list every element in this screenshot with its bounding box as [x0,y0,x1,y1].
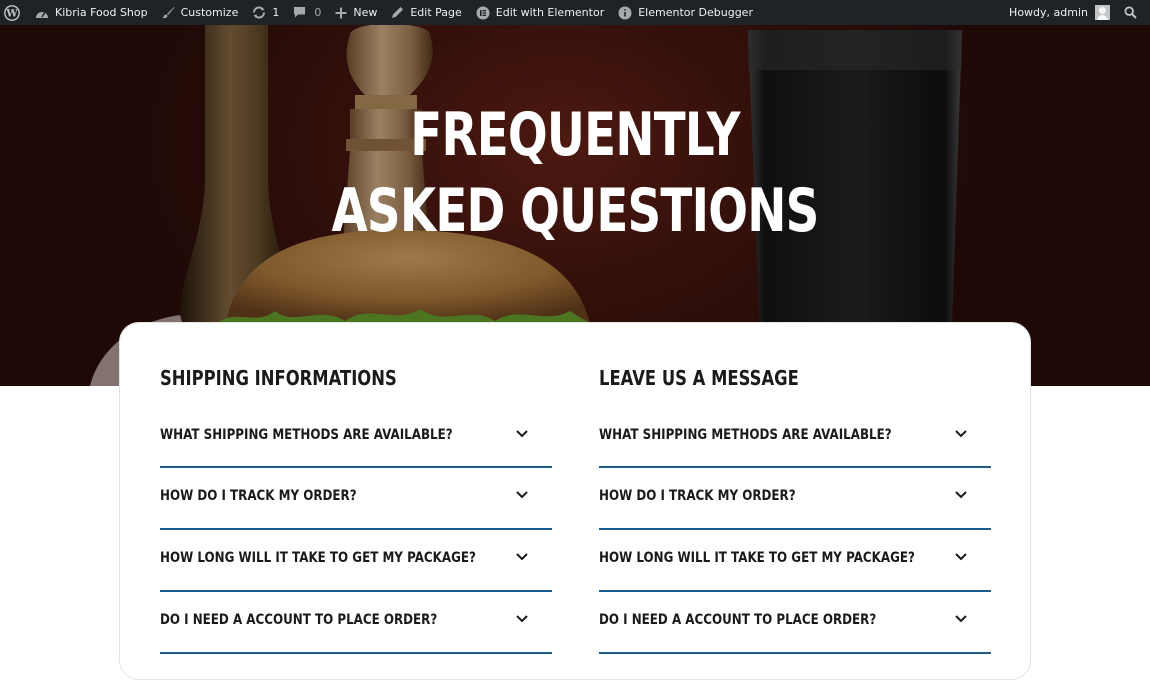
comments-count: 0 [314,6,322,19]
faq-question: DO I NEED A ACCOUNT TO PLACE ORDER? [599,612,877,628]
faq-question: WHAT SHIPPING METHODS ARE AVAILABLE? [599,427,892,443]
site-name-link[interactable]: Kibria Food Shop [28,0,155,25]
customize-label: Customize [180,6,239,19]
faq-item[interactable]: DO I NEED A ACCOUNT TO PLACE ORDER? [599,592,991,654]
faq-question: DO I NEED A ACCOUNT TO PLACE ORDER? [160,612,438,628]
elementor-icon [476,6,496,20]
avatar [1095,5,1110,20]
faq-question: HOW DO I TRACK MY ORDER? [160,488,357,504]
faq-item[interactable]: WHAT SHIPPING METHODS ARE AVAILABLE? [599,409,991,468]
site-name-label: Kibria Food Shop [55,6,148,19]
comments-link[interactable]: 0 [286,0,328,25]
chevron-down-icon [516,425,528,443]
customize-link[interactable]: Customize [155,0,246,25]
chevron-down-icon [516,548,528,566]
updates-count: 1 [272,6,280,19]
new-label: New [353,6,378,19]
edit-page-link[interactable]: Edit Page [384,0,468,25]
info-icon [618,6,638,20]
faq-accordion: WHAT SHIPPING METHODS ARE AVAILABLE? HOW… [160,409,552,654]
faq-question: WHAT SHIPPING METHODS ARE AVAILABLE? [160,427,453,443]
faq-question: HOW LONG WILL IT TAKE TO GET MY PACKAGE? [599,550,915,566]
howdy-label: Howdy, admin [1009,6,1088,19]
search-icon [1124,6,1143,19]
dashboard-icon [35,7,55,19]
faq-accordion: WHAT SHIPPING METHODS ARE AVAILABLE? HOW… [599,409,991,654]
hero-title-line1: FREQUENTLY [410,100,740,170]
chevron-down-icon [955,486,967,504]
admin-search-button[interactable] [1117,0,1150,25]
hero-title: FREQUENTLY ASKED QUESTIONS [127,97,1024,249]
edit-with-elementor-label: Edit with Elementor [495,6,605,19]
faq-column-shipping: SHIPPING INFORMATIONS WHAT SHIPPING METH… [160,363,552,654]
wordpress-menu[interactable]: W [0,0,28,25]
chevron-down-icon [955,425,967,443]
pencil-icon [391,6,410,19]
updates-icon [252,6,272,19]
faq-question: HOW DO I TRACK MY ORDER? [599,488,796,504]
wordpress-icon: W [4,4,20,21]
faq-item[interactable]: HOW LONG WILL IT TAKE TO GET MY PACKAGE? [160,530,552,592]
faq-item[interactable]: HOW DO I TRACK MY ORDER? [599,468,991,530]
chevron-down-icon [955,548,967,566]
faq-item[interactable]: HOW DO I TRACK MY ORDER? [160,468,552,530]
faq-section-title: LEAVE US A MESSAGE [599,366,799,390]
svg-text:W: W [5,8,18,19]
chevron-down-icon [516,486,528,504]
chevron-down-icon [955,610,967,628]
admin-bar: W Kibria Food Shop Customize 1 0 New Edi… [0,0,1150,25]
faq-item[interactable]: DO I NEED A ACCOUNT TO PLACE ORDER? [160,592,552,654]
my-account-menu[interactable]: Howdy, admin [1002,0,1117,25]
edit-page-label: Edit Page [410,6,462,19]
elementor-debugger-label: Elementor Debugger [638,6,753,19]
new-content-link[interactable]: New [328,0,384,25]
elementor-debugger-link[interactable]: Elementor Debugger [611,0,760,25]
faq-item[interactable]: WHAT SHIPPING METHODS ARE AVAILABLE? [160,409,552,468]
comment-icon [293,6,312,19]
faq-section-title: SHIPPING INFORMATIONS [160,366,397,390]
brush-icon [162,6,181,19]
faq-item[interactable]: HOW LONG WILL IT TAKE TO GET MY PACKAGE? [599,530,991,592]
edit-with-elementor-link[interactable]: Edit with Elementor [469,0,611,25]
plus-icon [335,7,353,19]
faq-question: HOW LONG WILL IT TAKE TO GET MY PACKAGE? [160,550,476,566]
hero-title-line2: ASKED QUESTIONS [331,176,819,246]
updates-link[interactable]: 1 [245,0,286,25]
chevron-down-icon [516,610,528,628]
faq-column-message: LEAVE US A MESSAGE WHAT SHIPPING METHODS… [599,363,991,654]
faq-card: SHIPPING INFORMATIONS WHAT SHIPPING METH… [119,322,1031,680]
